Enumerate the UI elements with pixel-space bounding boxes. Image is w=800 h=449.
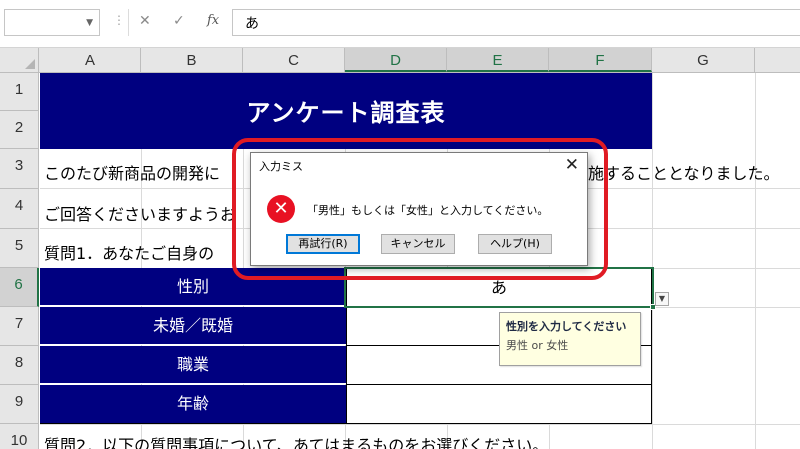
column-header-e[interactable]: E xyxy=(447,48,549,72)
row-header-8[interactable]: 8 xyxy=(0,346,39,385)
validation-dropdown-icon[interactable]: ▼ xyxy=(655,292,669,306)
annotation-highlight xyxy=(232,138,608,280)
column-header-g[interactable]: G xyxy=(652,48,755,72)
row-header-5[interactable]: 5 xyxy=(0,229,39,268)
question-1-label[interactable]: 質問1．あなたご自身の xyxy=(44,240,214,264)
formula-input[interactable]: あ xyxy=(232,9,800,36)
column-header-d[interactable]: D xyxy=(345,48,447,72)
row-header-9[interactable]: 9 xyxy=(0,385,39,424)
tooltip-text: 男性 or 女性 xyxy=(506,339,569,352)
insert-function-icon[interactable]: fx xyxy=(207,13,219,28)
intro-line-3[interactable]: このたび新商品の開発に xyxy=(44,160,220,184)
intro-line-3-tail: 施することとなりました。 xyxy=(588,164,780,183)
row-header-1[interactable]: 1 xyxy=(0,73,39,111)
field-occupation[interactable]: 職業 xyxy=(40,346,346,384)
name-box[interactable]: ▼ xyxy=(4,9,100,36)
select-all-button[interactable] xyxy=(0,48,39,72)
row-header-3[interactable]: 3 xyxy=(0,149,39,189)
cancel-entry-icon[interactable]: ✕ xyxy=(139,13,151,29)
input-message-tooltip: 性別を入力してください 男性 or 女性 xyxy=(499,312,641,366)
row-header-10[interactable]: 10 xyxy=(0,424,39,449)
field-age[interactable]: 年齢 xyxy=(40,385,346,424)
confirm-entry-icon[interactable]: ✓ xyxy=(173,13,185,29)
row-header-7[interactable]: 7 xyxy=(0,307,39,346)
column-headers: A B C D E F G xyxy=(0,48,800,73)
answer-cell-age[interactable] xyxy=(346,385,652,424)
column-header-a[interactable]: A xyxy=(40,48,141,72)
question-2-label[interactable]: 質問2．以下の質問事項について、あてはまるものをお選びください。 xyxy=(44,432,548,449)
column-header-c[interactable]: C xyxy=(243,48,345,72)
formula-buttons: ✕ ✓ fx xyxy=(128,9,228,36)
chevron-down-icon[interactable]: ▼ xyxy=(86,18,93,28)
row-header-6[interactable]: 6 xyxy=(0,268,39,307)
field-marital-status[interactable]: 未婚／既婚 xyxy=(40,307,346,345)
formula-bar: ▼ ⋮ ✕ ✓ fx あ xyxy=(0,0,800,48)
formula-bar-separator-icon: ⋮ xyxy=(113,13,125,27)
column-header-f[interactable]: F xyxy=(549,48,652,72)
column-header-b[interactable]: B xyxy=(141,48,243,72)
row-header-2[interactable]: 2 xyxy=(0,111,39,149)
intro-line-4[interactable]: ご回答くださいますようお xyxy=(44,201,236,225)
tooltip-title: 性別を入力してください xyxy=(506,320,627,333)
row-header-4[interactable]: 4 xyxy=(0,189,39,229)
